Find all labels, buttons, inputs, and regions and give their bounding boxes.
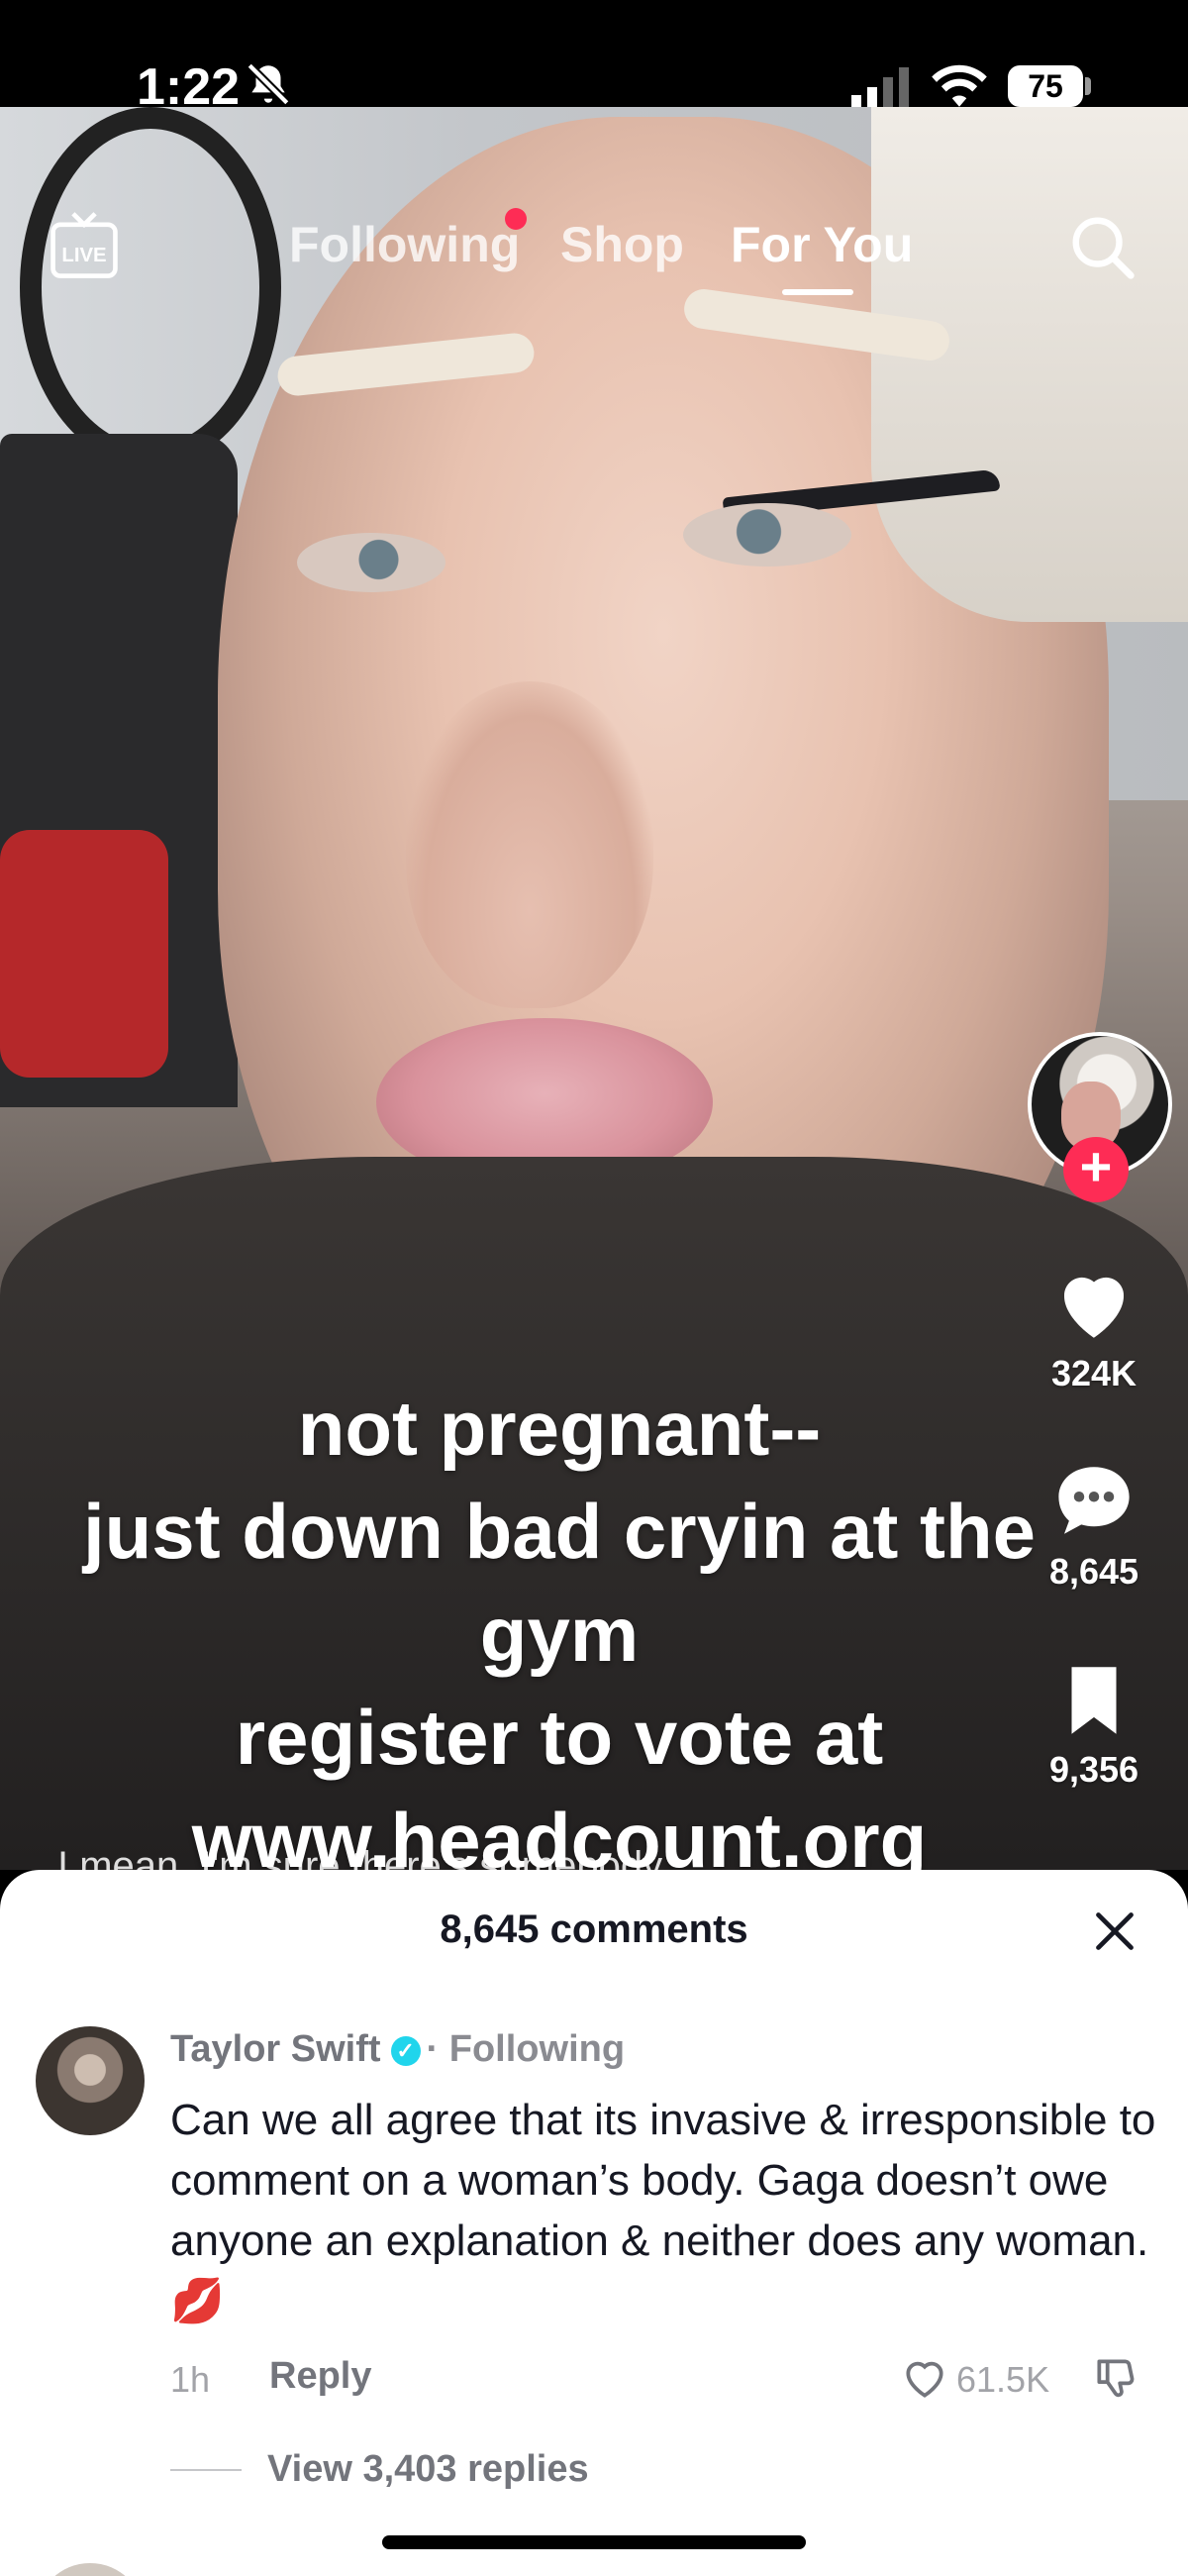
close-icon[interactable]	[1093, 1909, 1137, 1953]
active-tab-indicator	[782, 289, 853, 295]
comment-like-count: 61.5K	[956, 2359, 1050, 2400]
comment-count: 8,645	[1048, 1551, 1139, 1592]
view-replies-button[interactable]: View 3,403 replies	[267, 2448, 589, 2491]
replies-divider	[170, 2469, 242, 2471]
video-caption-line: just down bad cryin at the	[82, 1488, 1037, 1575]
comments-title: 8,645 comments	[440, 1907, 748, 1951]
comment-bubble-icon[interactable]	[1049, 1456, 1138, 1545]
home-indicator[interactable]	[382, 2535, 806, 2549]
live-label: LIVE	[61, 245, 106, 266]
like-count: 324K	[1050, 1353, 1138, 1393]
bookmark-icon[interactable]	[1049, 1656, 1138, 1745]
video-caption-line: not pregnant--	[297, 1385, 822, 1472]
relation-label: · Following	[426, 2028, 626, 2070]
verified-badge-icon: ✓	[390, 2035, 421, 2066]
bell-muted-icon	[247, 62, 290, 106]
right-eye	[683, 503, 851, 567]
comment-like-icon[interactable]	[899, 2353, 950, 2403]
battery-icon: 75	[1008, 65, 1083, 107]
status-bar: 1:22 75	[0, 0, 1188, 116]
comments-sheet: 8,645 comments Taylor Swift ✓ · Following …	[0, 1870, 1188, 2576]
live-tv-icon[interactable]: LIVE	[48, 210, 121, 283]
search-icon[interactable]	[1067, 212, 1137, 281]
video-caption-line: gym	[479, 1591, 640, 1678]
left-eye	[297, 533, 446, 592]
video-caption-line: register to vote at	[235, 1694, 884, 1781]
dislike-icon[interactable]	[1091, 2353, 1140, 2403]
wifi-icon	[932, 64, 987, 107]
save-count: 9,356	[1048, 1749, 1139, 1790]
tab-following[interactable]: Following	[289, 216, 520, 273]
comment-header: Taylor Swift ✓ · Following	[170, 2028, 625, 2071]
commenter-avatar[interactable]	[36, 2026, 145, 2135]
signal-icon	[851, 67, 909, 107]
creator-hair	[871, 107, 1188, 622]
ring-light	[20, 107, 281, 467]
next-commenter-avatar[interactable]	[36, 2563, 145, 2576]
comment-text: Can we all agree that its invasive & irr…	[170, 2096, 1156, 2325]
background-red-bag	[0, 830, 168, 1078]
nose	[406, 681, 653, 1008]
battery-tip	[1085, 77, 1091, 95]
follow-plus-button[interactable]: +	[1063, 1137, 1129, 1202]
commenter-username[interactable]: Taylor Swift	[170, 2028, 381, 2070]
following-notification-dot	[505, 208, 527, 230]
reply-button[interactable]: Reply	[269, 2355, 371, 2398]
tab-for-you[interactable]: For You	[731, 216, 913, 273]
comment-time: 1h	[170, 2359, 211, 2400]
heart-icon[interactable]	[1049, 1260, 1138, 1349]
tab-shop[interactable]: Shop	[560, 216, 684, 273]
